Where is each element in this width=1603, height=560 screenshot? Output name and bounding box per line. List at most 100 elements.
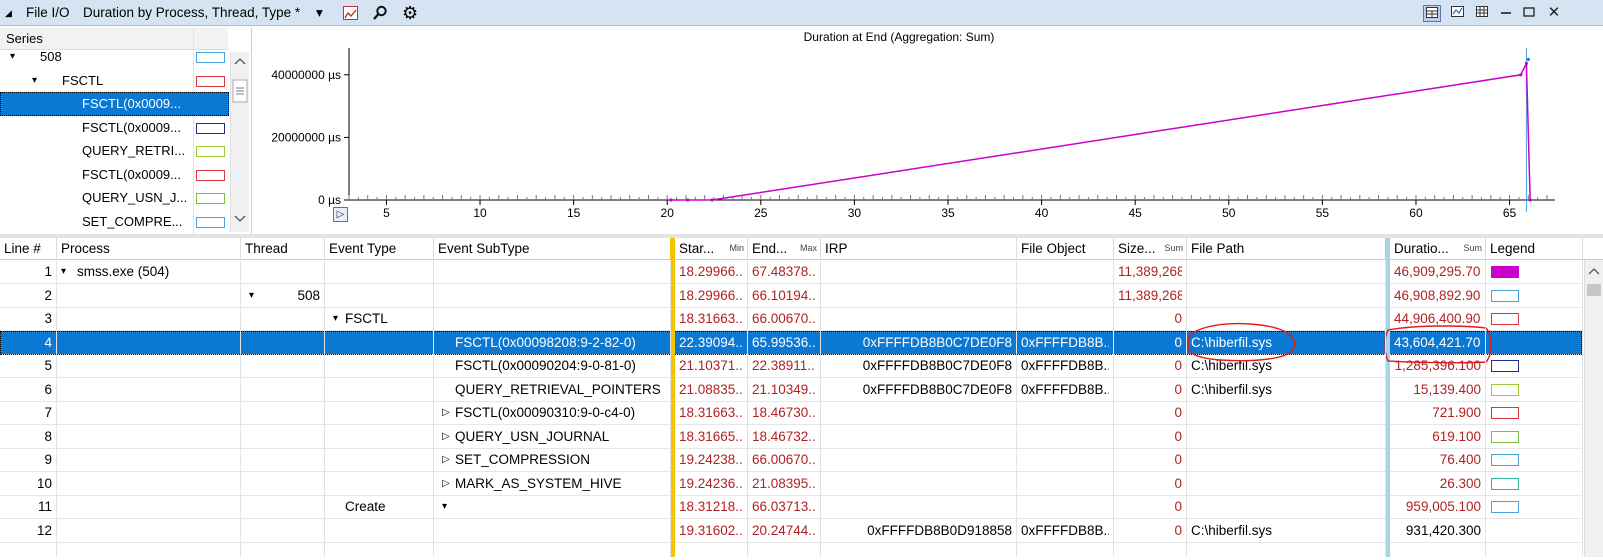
expand-toggle-icon[interactable]: ▷: [442, 448, 454, 471]
cell-size: 0: [1174, 475, 1182, 491]
legend-color-swatch[interactable]: [1491, 501, 1519, 513]
zoom-reset-icon[interactable]: ▷: [333, 207, 348, 222]
expand-toggle-icon[interactable]: ▷: [442, 401, 454, 424]
graph-config-icon[interactable]: [343, 6, 358, 20]
cell-end-time: 66.03713...: [752, 499, 816, 514]
cell-process: [77, 307, 238, 330]
legend-color-swatch[interactable]: [1491, 477, 1519, 490]
cell-process: [77, 519, 238, 542]
series-color-swatch[interactable]: [196, 99, 225, 110]
column-header-legend[interactable]: Legend: [1486, 238, 1583, 260]
aggregation-label: Max: [799, 243, 817, 253]
expand-toggle-icon[interactable]: ▷: [442, 472, 454, 495]
column-header-line-number[interactable]: Line #: [0, 238, 57, 260]
cell-process: [77, 331, 238, 354]
graph-only-view-button[interactable]: [1448, 5, 1466, 22]
data-point: [1526, 57, 1530, 62]
expand-toggle-icon[interactable]: ▾: [249, 284, 261, 307]
tab-file-io[interactable]: File I/O: [26, 0, 70, 26]
cell-end-time: 21.10349...: [752, 381, 816, 397]
column-header-start-time[interactable]: Star... Min: [675, 238, 748, 260]
column-header-event-subtype[interactable]: Event SubType: [434, 238, 671, 260]
column-header-process[interactable]: Process: [57, 238, 241, 260]
column-header-file-object[interactable]: File Object: [1017, 238, 1114, 260]
table-row[interactable]: 12 19.31602... 20.24744... 0xFFFFDB8B0D9188…: [0, 519, 1582, 543]
table-row[interactable]: 11 Create ▾ 18.31218... 66.03713... 0 959,005.…: [0, 495, 1582, 519]
column-header-file-path[interactable]: File Path: [1187, 238, 1386, 260]
settings-gear-icon[interactable]: ⚙: [402, 4, 418, 22]
table-row[interactable]: 8 ▷ QUERY_USN_JOURNAL 18.31665... 18.46732..…: [0, 425, 1582, 449]
legend-color-swatch[interactable]: [1491, 407, 1519, 419]
cell-line-number: 8: [44, 428, 52, 444]
cell-file-object: [1021, 284, 1109, 307]
data-point: [1519, 73, 1523, 77]
series-item[interactable]: FSCTL(0x0009...: [0, 92, 229, 116]
series-item[interactable]: QUERY_USN_J...: [0, 186, 229, 210]
x-tick-label: 5: [383, 206, 390, 220]
legend-color-swatch[interactable]: [1491, 383, 1519, 396]
collapse-icon[interactable]: ◢: [5, 0, 12, 26]
table-row[interactable]: 9 ▷ SET_COMPRESSION 19.24238... 66.00670... 0…: [0, 448, 1582, 472]
close-icon[interactable]: ✕: [1545, 5, 1563, 22]
column-header-duration[interactable]: Duratio... Sum: [1390, 238, 1486, 260]
series-color-swatch[interactable]: [196, 193, 225, 204]
x-tick-label: 50: [1222, 206, 1236, 220]
series-color-swatch[interactable]: [196, 169, 225, 181]
table-row[interactable]: 7 ▷ FSCTL(0x00090310:9-0-c4-0) 18.31663... 1…: [0, 401, 1582, 425]
table-and-graph-view-button[interactable]: [1423, 5, 1441, 22]
series-item[interactable]: ▾ 508: [0, 45, 229, 69]
preset-selector[interactable]: Duration by Process, Thread, Type *: [83, 0, 300, 26]
table-header-row: Line # Process Thread Event Type Event SubTy…: [0, 238, 1603, 260]
restore-icon[interactable]: [1520, 5, 1538, 22]
series-item[interactable]: QUERY_RETRI...: [0, 139, 229, 163]
legend-color-swatch[interactable]: [1491, 454, 1519, 466]
table-row[interactable]: 10 ▷ MARK_AS_SYSTEM_HIVE 19.24236... 21.0839…: [0, 472, 1582, 496]
expand-toggle-icon[interactable]: ▾: [10, 45, 15, 69]
duration-chart[interactable]: Duration at End (Aggregation: Sum) 0 µs 2…: [252, 28, 1603, 234]
series-item[interactable]: ▾ FSCTL: [0, 69, 229, 93]
series-color-swatch[interactable]: [196, 216, 225, 228]
cell-event-type: [345, 284, 431, 307]
series-item[interactable]: SET_COMPRE...: [0, 210, 229, 234]
table-scrollbar[interactable]: [1584, 260, 1603, 557]
table-only-view-button[interactable]: [1473, 5, 1491, 22]
series-color-swatch[interactable]: [196, 146, 225, 157]
table-row[interactable]: 1 ▾ smss.exe (504) 18.29966... 67.48378... 11…: [0, 260, 1582, 284]
series-item[interactable]: FSCTL(0x0009...: [0, 116, 229, 140]
column-header-event-type[interactable]: Event Type: [325, 238, 434, 260]
cell-file-object: [1021, 260, 1109, 283]
series-color-swatch[interactable]: [196, 75, 225, 87]
cell-line-number: 6: [44, 381, 52, 397]
expand-toggle-icon[interactable]: ▾: [333, 307, 345, 330]
series-panel: Series ▾ 508 ▾ FSCTL FSCTL(0x0009... FSCTL(0x…: [0, 28, 252, 234]
series-color-swatch[interactable]: [196, 52, 225, 63]
cell-line-number: 1: [44, 264, 52, 279]
cell-file-path: [1191, 425, 1381, 448]
legend-color-swatch[interactable]: [1491, 430, 1519, 443]
series-color-swatch[interactable]: [196, 122, 225, 134]
search-icon[interactable]: [372, 5, 388, 21]
cell-file-object: [1021, 307, 1109, 330]
preset-dropdown-icon[interactable]: ▾: [316, 0, 323, 26]
legend-color-swatch[interactable]: [1491, 289, 1519, 302]
expand-toggle-icon[interactable]: ▾: [442, 495, 454, 518]
expand-toggle-icon[interactable]: ▷: [442, 425, 454, 448]
x-tick-label: 30: [848, 206, 862, 220]
column-header-thread[interactable]: Thread: [241, 238, 325, 260]
legend-color-swatch[interactable]: [1491, 266, 1519, 278]
series-scrollbar[interactable]: [230, 52, 249, 232]
column-header-size[interactable]: Size... Sum: [1114, 238, 1187, 260]
minimize-icon[interactable]: [1497, 5, 1515, 22]
x-tick-label: 15: [567, 206, 581, 220]
expand-toggle-icon[interactable]: ▾: [61, 260, 73, 283]
cell-event-subtype: [455, 284, 667, 307]
cell-file-path: [1191, 472, 1381, 495]
expand-toggle-icon[interactable]: ▾: [32, 69, 37, 93]
table-row[interactable]: 6 QUERY_RETRIEVAL_POINTERS 21.08835... 21.1…: [0, 378, 1582, 402]
table-row[interactable]: 2 ▾ 508 18.29966... 66.10194... 11,389,268 46,…: [0, 284, 1582, 308]
cell-file-object: [1021, 401, 1109, 424]
column-header-end-time[interactable]: End... Max: [748, 238, 821, 260]
cell-event-subtype: [455, 519, 667, 542]
column-header-irp[interactable]: IRP: [821, 238, 1017, 260]
series-item[interactable]: FSCTL(0x0009...: [0, 163, 229, 187]
